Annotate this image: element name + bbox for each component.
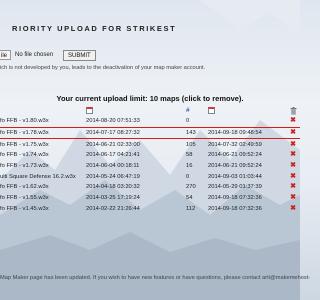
delete-cell: ✖	[286, 182, 300, 193]
delete-x-icon[interactable]: ✖	[290, 117, 296, 124]
map-name-cell: fo FFB - v1.73.w3x	[0, 163, 49, 170]
calendar-icon	[86, 107, 93, 115]
map-name-cell: fo FFB - v1.55.w3x	[0, 195, 49, 202]
upload-date-cell: 2014-06-04 00:18:11	[86, 163, 140, 170]
download-count-cell: 112	[186, 205, 196, 212]
maps-table: # fo FFB - v1.80.w3x 2014-08-20 07:51:33 0…	[0, 106, 300, 214]
delete-x-icon[interactable]: ✖	[290, 173, 296, 180]
download-count-cell: 54	[186, 195, 193, 202]
download-count-cell: 58	[186, 152, 193, 159]
upload-date-cell: 2014-03-25 17:19:24	[86, 195, 140, 202]
page-title: RIORITY UPLOAD FOR STRIKEST	[12, 24, 177, 33]
delete-x-icon[interactable]: ✖	[290, 183, 296, 190]
delete-x-icon[interactable]: ✖	[290, 151, 296, 158]
map-name-cell: fo FFB - v1.62.w3x	[0, 184, 49, 191]
delete-cell: ✖	[286, 171, 300, 182]
updated-date-cell: 2014-09-18 07:32:36	[208, 205, 262, 212]
map-name-cell: fo FFB - v1.45.w3x	[0, 205, 49, 212]
table-row[interactable]: fo FFB - v1.62.w3x 2014-04-18 03:20:32 270…	[0, 182, 300, 193]
download-count-cell: 270	[186, 184, 196, 191]
map-name-cell: fo FFB - v1.78.w3x	[0, 126, 86, 140]
table-row[interactable]: ulti Square Defense 16.2.w3x 2014-05-24 0…	[0, 171, 300, 182]
delete-cell: ✖	[286, 204, 300, 215]
upload-panel: RIORITY UPLOAD FOR STRIKEST ile No file …	[0, 0, 310, 300]
download-count-cell: 16	[186, 163, 193, 170]
updated-date-cell: 2014-06-21 09:52:24	[208, 163, 262, 170]
table-header-row: #	[0, 106, 300, 116]
delete-cell: ✖	[286, 139, 300, 150]
updated-date-cell: 2014-05-29 01:37:39	[208, 184, 262, 191]
map-name-cell: fo FFB - v1.74.w3x	[0, 152, 49, 159]
account-warning: ich is not developed by you, leads to th…	[0, 65, 206, 71]
updated-date-cell: 2014-09-18 09:48:54	[208, 126, 286, 140]
trash-icon	[290, 107, 296, 115]
delete-x-icon[interactable]: ✖	[290, 129, 296, 136]
upload-date-cell: 2014-02-22 21:26:44	[86, 205, 140, 212]
file-status-text: No file chosen	[15, 52, 54, 58]
updated-date-cell: 2014-06-21 09:52:24	[208, 152, 262, 159]
table-row[interactable]: fo FFB - v1.55.w3x 2014-03-25 17:19:24 54 2…	[0, 193, 300, 204]
map-name-cell: fo FFB - v1.80.w3x	[0, 118, 49, 125]
download-count-cell: 143	[186, 126, 208, 140]
delete-cell: ✖	[286, 150, 300, 161]
delete-cell: ✖	[286, 126, 300, 140]
delete-column-header	[286, 106, 300, 116]
upload-date-cell: 2014-06-17 04:21:41	[86, 152, 140, 159]
table-row[interactable]: fo FFB - v1.78.w3x 2014-07-17 08:27:32 143…	[0, 126, 300, 140]
upload-form: ile No file chosen SUBMIT	[0, 49, 96, 61]
updated-date-cell	[208, 116, 286, 127]
delete-cell: ✖	[286, 193, 300, 204]
submit-button[interactable]: SUBMIT	[63, 49, 96, 61]
map-name-cell: fo FFB - v1.75.w3x	[0, 141, 49, 148]
table-row[interactable]: fo FFB - v1.80.w3x 2014-08-20 07:51:33 0 ✖	[0, 116, 300, 127]
map-name-cell: ulti Square Defense 16.2.w3x	[0, 173, 76, 180]
upload-date-cell: 2014-08-20 07:51:33	[86, 118, 140, 125]
count-column-header[interactable]: #	[186, 106, 208, 116]
upload-limit-text[interactable]: Your current upload limit: 10 maps (clic…	[0, 94, 300, 103]
footer-notice: Map Maker page has been updated. If you …	[0, 275, 311, 281]
table-row[interactable]: fo FFB - v1.74.w3x 2014-06-17 04:21:41 58 2…	[0, 150, 300, 161]
hash-icon: #	[186, 107, 190, 115]
updated-date-cell: 2014-09-03 01:03:44	[208, 173, 262, 180]
table-row[interactable]: fo FFB - v1.75.w3x 2014-06-21 02:33:00 105…	[0, 139, 300, 150]
delete-cell: ✖	[286, 161, 300, 172]
calendar-icon	[208, 107, 215, 115]
updated-date-cell: 2014-09-18 07:32:36	[208, 195, 262, 202]
download-count-cell: 0	[186, 173, 190, 180]
upload-date-cell: 2014-04-18 03:20:32	[86, 184, 140, 191]
upload-date-cell: 2014-07-17 08:27:32	[86, 126, 186, 140]
download-count-cell: 0	[186, 118, 190, 125]
delete-x-icon[interactable]: ✖	[290, 141, 296, 148]
name-column-header	[0, 106, 86, 116]
uploaded-column-header[interactable]	[86, 106, 186, 116]
delete-x-icon[interactable]: ✖	[290, 205, 296, 212]
choose-file-button[interactable]: ile	[0, 50, 12, 60]
updated-date-cell: 2014-07-32 02:49:59	[208, 141, 262, 148]
upload-date-cell: 2014-05-24 06:47:19	[86, 173, 140, 180]
delete-cell: ✖	[286, 116, 300, 127]
delete-x-icon[interactable]: ✖	[290, 162, 296, 169]
download-count-cell: 105	[186, 141, 196, 148]
delete-x-icon[interactable]: ✖	[290, 194, 296, 201]
table-row[interactable]: fo FFB - v1.73.w3x 2014-06-04 00:18:11 16 2…	[0, 161, 300, 172]
table-row[interactable]: fo FFB - v1.45.w3x 2014-02-22 21:26:44 112…	[0, 204, 300, 215]
upload-date-cell: 2014-06-21 02:33:00	[86, 141, 140, 148]
updated-column-header[interactable]	[208, 106, 286, 116]
